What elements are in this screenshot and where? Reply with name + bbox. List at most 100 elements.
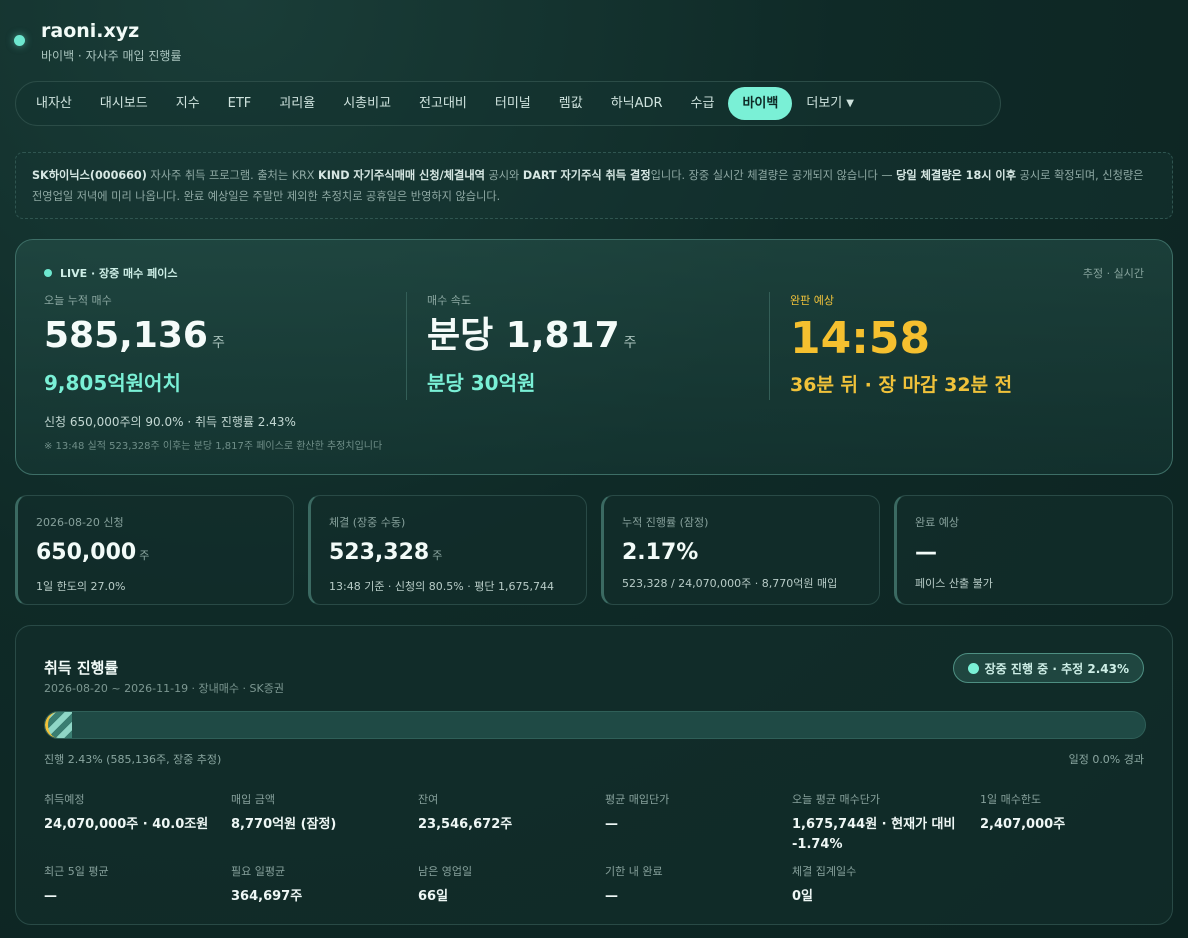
stat-label: 기한 내 완료 [605,865,663,878]
card-value: 2.17% [622,540,699,565]
today-buy-amount: 9,805억원어치 [44,371,181,395]
today-buy-value: 585,136 주 [44,315,225,356]
tab-buyback[interactable]: 바이백 [728,87,793,120]
live-badge-label: LIVE · 장중 매수 페이스 [60,267,178,280]
card-value: — [915,540,937,565]
stat-value: 2,407,000주 [980,817,1066,832]
progress-right-caption: 일정 0.0% 경과 [1068,753,1144,766]
stat-value: 24,070,000주 · 40.0조원 [44,817,209,832]
tab-market-cap[interactable]: 시총비교 [329,87,405,120]
stat-value: 8,770억원 (잠정) [231,817,337,832]
notice-dart: DART 자기주식 취득 결정 [522,169,651,182]
today-buy-label: 오늘 누적 매수 [44,294,112,307]
stat-recent-5d-avg: 최근 5일 평균 — [44,863,224,907]
stat-label: 오늘 평균 매수단가 [792,793,880,806]
tab-dashboard[interactable]: 대시보드 [86,87,162,120]
today-buy-block: 오늘 누적 매수 585,136 주 9,805억원어치 [44,292,225,396]
card-label: 누적 진행률 (잠정) [622,516,709,529]
stat-executed-days: 체결 집계일수 0일 [792,863,972,907]
buy-speed-block: 매수 속도 분당 1,817 주 분당 30억원 [427,292,637,396]
progress-title: 취득 진행률 [44,659,119,677]
live-footnote: ※ 13:48 실적 523,328주 이후는 분당 1,817주 페이스로 환… [44,441,383,452]
card-value: 523,328 주 [329,540,443,565]
card-label: 2026-08-20 신청 [36,516,124,529]
notice-text-3: 입니다. 장중 실시간 체결량은 공개되지 않습니다 — [650,169,897,182]
stat-value: 364,697주 [231,889,303,904]
card-value: 650,000 주 [36,540,150,565]
stat-value: — [44,889,57,904]
live-pace-panel: LIVE · 장중 매수 페이스 추정 · 실시간 오늘 누적 매수 585,1… [15,239,1173,475]
tab-my-assets[interactable]: 내자산 [22,87,86,120]
progress-bar-fill [45,712,72,738]
tab-flow[interactable]: 수급 [677,87,729,120]
stat-planned: 취득예정 24,070,000주 · 40.0조원 [44,791,224,835]
card-sub: 523,328 / 24,070,000주 · 8,770억원 매입 [622,577,838,590]
tab-divergence[interactable]: 괴리율 [265,87,329,120]
sellout-eta-sub: 36분 뒤 · 장 마감 32분 전 [790,374,1013,396]
notice-text-1: 자사주 취득 프로그램. 출처는 KRX [146,169,319,182]
stat-label: 평균 매입단가 [605,793,670,806]
sellout-eta-time: 14:58 [790,313,931,364]
card-label: 완료 예상 [915,516,959,529]
live-summary: 신청 650,000주의 90.0% · 취득 진행률 2.43% [44,415,296,429]
tab-from-high[interactable]: 전고대비 [405,87,481,120]
tab-hynix-adr[interactable]: 하닉ADR [597,87,677,120]
stat-label: 필요 일평균 [231,865,286,878]
notice-text-2: 공시와 [484,169,523,182]
app-header: raoni.xyz 바이백 · 자사주 매입 진행률 [14,18,182,64]
notice-company: SK하이닉스(000660) [32,169,147,182]
acquisition-progress-panel: 취득 진행률 2026-08-20 ~ 2026-11-19 · 장내매수 · … [15,625,1173,925]
tab-ram-price[interactable]: 렘값 [545,87,597,120]
stat-value: 23,546,672주 [418,817,513,832]
card-label: 체결 (장중 수동) [329,516,406,529]
stat-label: 1일 매수한도 [980,793,1042,806]
card-sub: 13:48 기준 · 신청의 80.5% · 평단 1,675,744 [329,580,554,593]
stat-remaining-days: 남은 영업일 66일 [418,863,598,907]
live-badge: LIVE · 장중 매수 페이스 [44,265,177,281]
site-title[interactable]: raoni.xyz [41,18,182,44]
divider [406,292,407,400]
stat-value: 0일 [792,889,814,904]
caret-down-icon: ▼ [846,98,854,109]
notice-kind: KIND 자기주식매매 신청/체결내역 [318,169,485,182]
status-badge: 장중 진행 중 · 추정 2.43% [952,653,1144,683]
progress-bar [44,711,1146,739]
stat-remaining: 잔여 23,546,672주 [418,791,598,835]
site-subtitle: 바이백 · 자사주 매입 진행률 [41,49,182,63]
stat-value: 66일 [418,889,449,904]
card-cumulative-progress: 누적 진행률 (잠정) 2.17% 523,328 / 24,070,000주 … [601,495,880,605]
live-dot-icon [44,269,52,277]
card-application: 2026-08-20 신청 650,000 주 1일 한도의 27.0% [15,495,294,605]
more-menu-button[interactable]: 더보기 ▼ [792,87,868,120]
status-dot-icon [14,35,25,46]
notice-after-18: 당일 체결량은 18시 이후 [896,169,1017,182]
sellout-eta-label: 완판 예상 [790,294,834,307]
stat-complete-in-time: 기한 내 완료 — [605,863,785,907]
stat-value: 1,675,744원 · 현재가 대비 -1.74% [792,817,956,852]
stat-label: 체결 집계일수 [792,865,857,878]
card-completion-eta: 완료 예상 — 페이스 산출 불가 [894,495,1173,605]
stat-label: 남은 영업일 [418,865,473,878]
card-sub: 페이스 산출 불가 [915,577,993,590]
tab-index[interactable]: 지수 [162,87,214,120]
divider [769,292,770,400]
stat-daily-limit: 1일 매수한도 2,407,000주 [980,791,1160,835]
card-sub: 1일 한도의 27.0% [36,580,126,593]
stat-label: 최근 5일 평균 [44,865,109,878]
progress-subtitle: 2026-08-20 ~ 2026-11-19 · 장내매수 · SK증권 [44,682,284,695]
stat-value: — [605,889,618,904]
stat-purchase-amount: 매입 금액 8,770억원 (잠정) [231,791,411,835]
source-notice: SK하이닉스(000660) 자사주 취득 프로그램. 출처는 KRX KIND… [15,152,1173,219]
main-nav: 내자산 대시보드 지수 ETF 괴리율 시총비교 전고대비 터미널 렘값 하닉A… [15,81,1001,126]
status-badge-label: 장중 진행 중 · 추정 2.43% [984,661,1129,676]
tab-terminal[interactable]: 터미널 [481,87,545,120]
stat-label: 매입 금액 [231,793,275,806]
stat-value: — [605,817,618,832]
stat-required-daily-avg: 필요 일평균 364,697주 [231,863,411,907]
estimate-label: 추정 · 실시간 [1082,267,1144,280]
card-executed: 체결 (장중 수동) 523,328 주 13:48 기준 · 신청의 80.5%… [308,495,587,605]
tab-etf[interactable]: ETF [214,87,266,120]
stat-label: 잔여 [418,793,439,806]
sellout-eta-block: 완판 예상 14:58 36분 뒤 · 장 마감 32분 전 [790,292,1012,397]
status-dot-icon [967,662,979,674]
